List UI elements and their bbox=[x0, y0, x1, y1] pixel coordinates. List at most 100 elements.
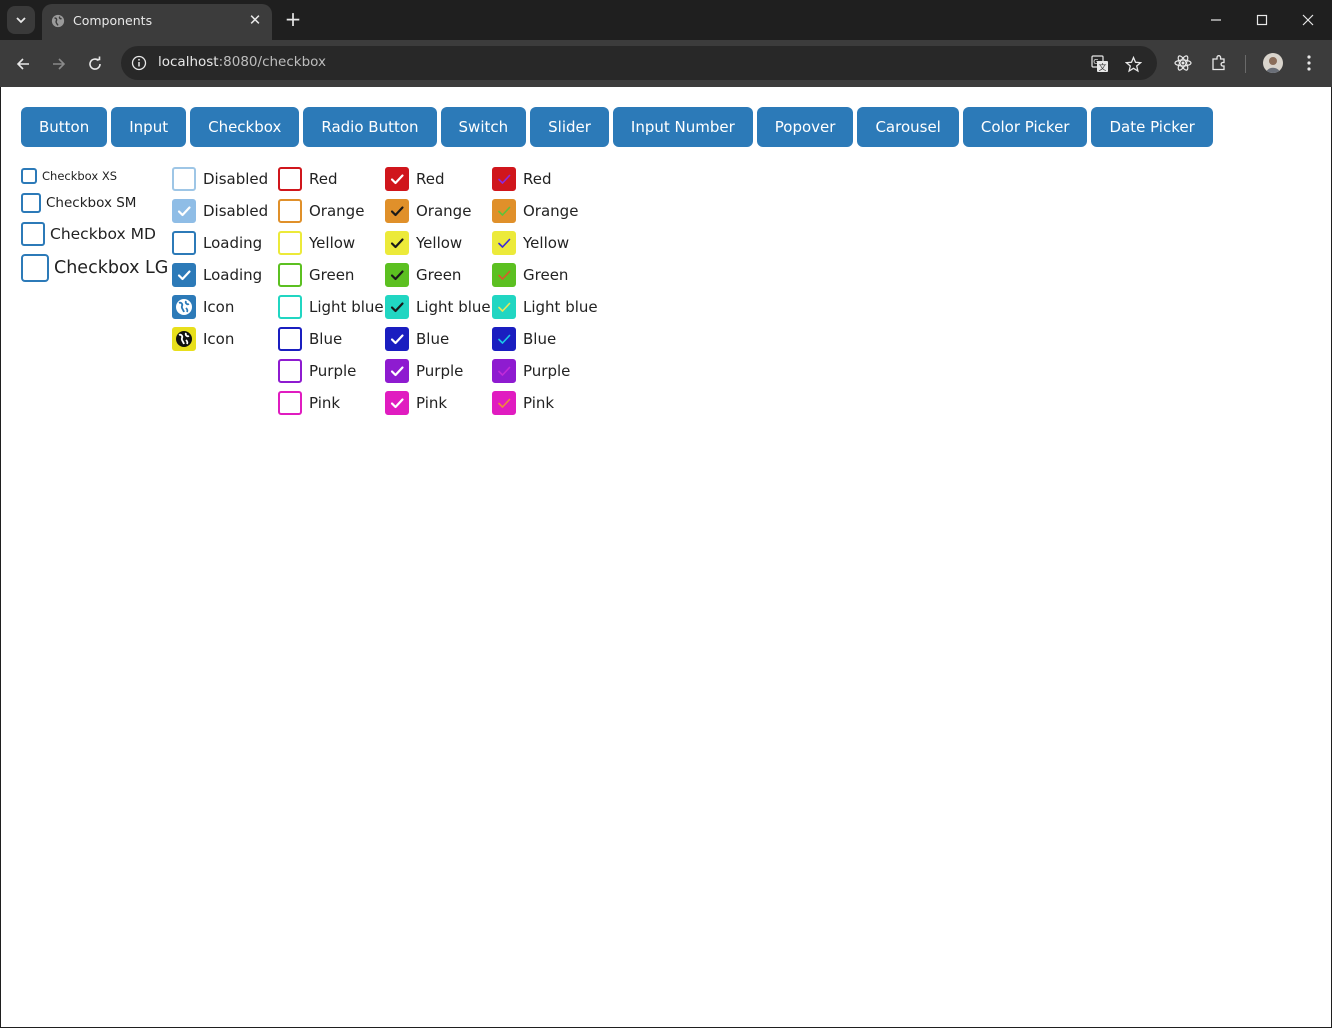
checkbox-box[interactable] bbox=[385, 263, 409, 287]
nav-button-radio-button[interactable]: Radio Button bbox=[303, 107, 437, 147]
nav-button-popover[interactable]: Popover bbox=[756, 107, 854, 147]
profile-avatar[interactable] bbox=[1263, 53, 1283, 73]
checkbox-outline-red[interactable]: Red bbox=[278, 163, 338, 195]
checkbox-box[interactable] bbox=[492, 295, 516, 319]
checkbox-filled-orange[interactable]: Orange bbox=[385, 195, 471, 227]
checkbox-box[interactable] bbox=[385, 359, 409, 383]
checkbox-filled-purple[interactable]: Purple bbox=[385, 355, 463, 387]
checkbox-box[interactable] bbox=[492, 391, 516, 415]
checkbox-box[interactable] bbox=[21, 193, 41, 213]
checkbox-outline-purple[interactable]: Purple bbox=[278, 355, 356, 387]
checkbox-outline-blue[interactable]: Blue bbox=[278, 323, 342, 355]
checkbox-label: Blue bbox=[523, 330, 557, 348]
reload-icon[interactable] bbox=[83, 52, 107, 76]
checkbox-box[interactable] bbox=[385, 391, 409, 415]
checkbox-box[interactable] bbox=[21, 254, 49, 282]
checkbox-box[interactable] bbox=[278, 391, 302, 415]
nav-button-slider[interactable]: Slider bbox=[530, 107, 609, 147]
tab-search-button[interactable] bbox=[7, 6, 35, 34]
checkbox-box[interactable] bbox=[492, 167, 516, 191]
checkbox-filled-light-blue[interactable]: Light blue bbox=[385, 291, 491, 323]
checkbox-box[interactable] bbox=[172, 231, 196, 255]
checkbox-box[interactable] bbox=[492, 359, 516, 383]
checkbox-box[interactable] bbox=[278, 231, 302, 255]
checkbox-box[interactable] bbox=[172, 167, 196, 191]
close-window-icon[interactable] bbox=[1295, 8, 1321, 32]
checkbox-box[interactable] bbox=[172, 327, 196, 351]
new-tab-button[interactable]: + bbox=[283, 9, 303, 29]
checkbox-box[interactable] bbox=[492, 263, 516, 287]
checkbox-sm[interactable]: Checkbox SM bbox=[21, 193, 136, 213]
translate-icon[interactable]: 文G bbox=[1090, 54, 1110, 74]
url-text[interactable]: localhost:8080/checkbox bbox=[158, 54, 326, 70]
checkbox-outline-pink[interactable]: Pink bbox=[278, 387, 340, 419]
nav-button-input-number[interactable]: Input Number bbox=[612, 107, 753, 147]
nav-button-switch[interactable]: Switch bbox=[440, 107, 527, 147]
checkbox-custom-mark-blue[interactable]: Blue bbox=[492, 323, 556, 355]
checkbox-box[interactable] bbox=[278, 359, 302, 383]
browser-tab[interactable]: Components ✕ bbox=[42, 4, 272, 40]
checkbox-disabled-checked[interactable]: Disabled bbox=[172, 195, 268, 227]
checkbox-box[interactable] bbox=[492, 327, 516, 351]
nav-button-input[interactable]: Input bbox=[111, 107, 187, 147]
checkbox-custom-mark-purple[interactable]: Purple bbox=[492, 355, 570, 387]
checkbox-custom-mark-yellow[interactable]: Yellow bbox=[492, 227, 569, 259]
nav-button-date-picker[interactable]: Date Picker bbox=[1091, 107, 1213, 147]
checkbox-outline-green[interactable]: Green bbox=[278, 259, 354, 291]
checkbox-outline-light-blue[interactable]: Light blue bbox=[278, 291, 384, 323]
checkbox-box[interactable] bbox=[385, 231, 409, 255]
checkbox-filled-yellow[interactable]: Yellow bbox=[385, 227, 462, 259]
checkbox-box[interactable] bbox=[21, 168, 37, 184]
nav-button-carousel[interactable]: Carousel bbox=[857, 107, 959, 147]
checkbox-box[interactable] bbox=[385, 167, 409, 191]
checkbox-custom-mark-red[interactable]: Red bbox=[492, 163, 552, 195]
checkbox-custom-mark-green[interactable]: Green bbox=[492, 259, 568, 291]
checkbox-box[interactable] bbox=[385, 295, 409, 319]
checkbox-disabled-unchecked[interactable]: Disabled bbox=[172, 163, 268, 195]
checkbox-box[interactable] bbox=[21, 222, 45, 246]
checkbox-icon[interactable]: Icon bbox=[172, 323, 234, 355]
minimize-icon[interactable] bbox=[1203, 8, 1229, 32]
checkbox-custom-mark-light-blue[interactable]: Light blue bbox=[492, 291, 598, 323]
checkbox-box[interactable] bbox=[172, 199, 196, 223]
checkbox-filled-green[interactable]: Green bbox=[385, 259, 461, 291]
checkbox-box[interactable] bbox=[172, 295, 196, 319]
checkbox-box[interactable] bbox=[278, 295, 302, 319]
checkbox-box[interactable] bbox=[385, 199, 409, 223]
extensions-puzzle-icon[interactable] bbox=[1208, 52, 1230, 74]
checkbox-box[interactable] bbox=[385, 327, 409, 351]
checkbox-box[interactable] bbox=[172, 263, 196, 287]
checkbox-custom-mark-pink[interactable]: Pink bbox=[492, 387, 554, 419]
checkbox-filled-blue[interactable]: Blue bbox=[385, 323, 449, 355]
checkbox-box[interactable] bbox=[278, 199, 302, 223]
checkbox-icon[interactable]: Icon bbox=[172, 291, 234, 323]
nav-button-checkbox[interactable]: Checkbox bbox=[190, 107, 300, 147]
checkbox-box[interactable] bbox=[492, 199, 516, 223]
nav-button-color-picker[interactable]: Color Picker bbox=[962, 107, 1088, 147]
checkbox-box[interactable] bbox=[278, 263, 302, 287]
checkbox-box[interactable] bbox=[492, 231, 516, 255]
checkbox-box[interactable] bbox=[278, 167, 302, 191]
checkbox-unchecked[interactable]: Loading bbox=[172, 227, 262, 259]
checkbox-lg[interactable]: Checkbox LG bbox=[21, 254, 168, 282]
checkbox-box[interactable] bbox=[278, 327, 302, 351]
checkbox-filled-pink[interactable]: Pink bbox=[385, 387, 447, 419]
bookmark-star-icon[interactable] bbox=[1123, 54, 1143, 74]
forward-icon[interactable] bbox=[47, 52, 71, 76]
browser-menu-icon[interactable] bbox=[1298, 52, 1320, 74]
checkbox-label: Green bbox=[309, 266, 355, 284]
checkbox-xs[interactable]: Checkbox XS bbox=[21, 168, 117, 184]
site-info-icon[interactable] bbox=[131, 55, 147, 71]
back-icon[interactable] bbox=[11, 52, 35, 76]
maximize-icon[interactable] bbox=[1249, 8, 1275, 32]
checkbox-md[interactable]: Checkbox MD bbox=[21, 222, 156, 246]
checkbox-outline-yellow[interactable]: Yellow bbox=[278, 227, 355, 259]
nav-button-button[interactable]: Button bbox=[21, 107, 108, 147]
address-bar[interactable]: localhost:8080/checkbox 文G bbox=[121, 46, 1157, 80]
tab-close-icon[interactable]: ✕ bbox=[246, 11, 264, 29]
react-devtools-icon[interactable] bbox=[1172, 52, 1194, 74]
checkbox-filled-red[interactable]: Red bbox=[385, 163, 445, 195]
checkbox-checked[interactable]: Loading bbox=[172, 259, 262, 291]
checkbox-outline-orange[interactable]: Orange bbox=[278, 195, 364, 227]
checkbox-custom-mark-orange[interactable]: Orange bbox=[492, 195, 578, 227]
